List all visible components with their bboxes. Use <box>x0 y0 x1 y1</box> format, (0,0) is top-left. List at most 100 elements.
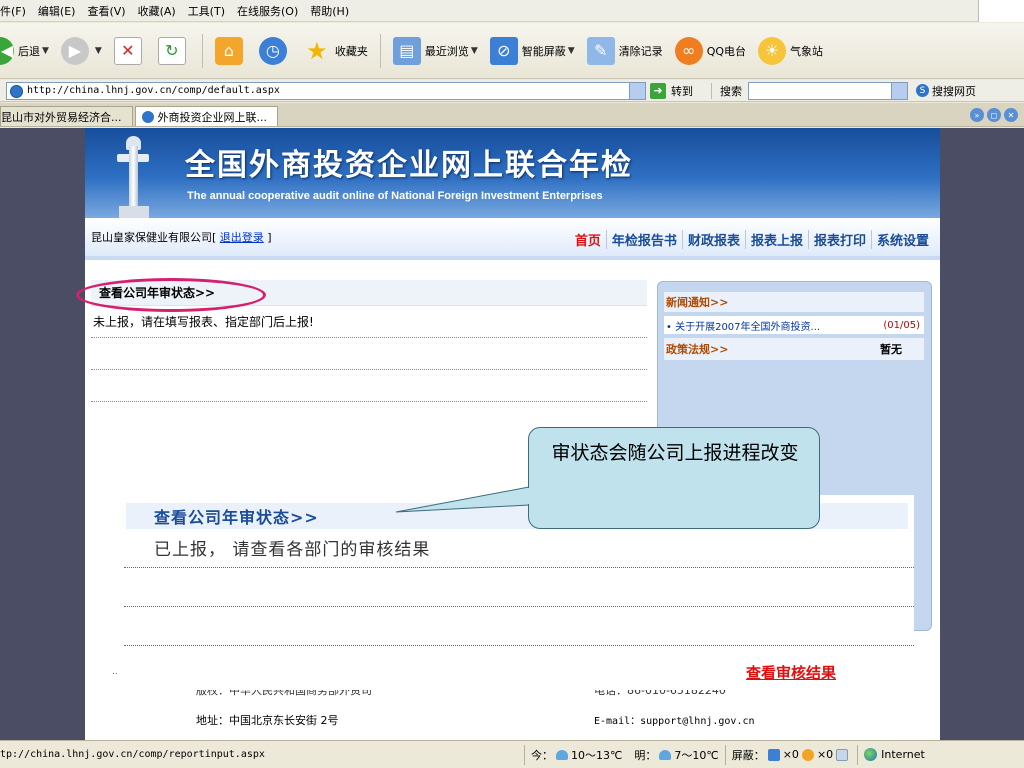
tab-bar: 昆山市对外贸易经济合... 外商投资企业网上联... » ◻ ✕ <box>0 103 1024 127</box>
toolbar-divider <box>201 33 203 68</box>
sun-cloud-icon: ☀ <box>758 36 787 65</box>
weather-button[interactable]: ☀ 气象站 <box>752 31 829 71</box>
tab-foreign-investment[interactable]: 外商投资企业网上联... <box>134 106 278 126</box>
news-heading[interactable]: 新闻通知>> <box>664 292 924 312</box>
browser-logo <box>978 0 1024 22</box>
menu-bar: 件(F) 编辑(E) 查看(V) 收藏(A) 工具(T) 在线服务(O) 帮助(… <box>0 0 1024 22</box>
tab-restore-icon[interactable]: ◻ <box>987 108 1001 122</box>
go-button[interactable]: ➜ 转到 <box>650 82 693 99</box>
highlight-ellipse <box>76 278 266 312</box>
menu-view[interactable]: 查看(V) <box>87 3 125 19</box>
forward-button[interactable]: ▶ ▼ <box>55 31 108 71</box>
weather-tomorrow[interactable]: 明： 7～10℃ <box>628 745 724 765</box>
divider <box>91 370 647 402</box>
menu-edit[interactable]: 编辑(E) <box>38 3 76 19</box>
settings-icon[interactable] <box>836 748 849 761</box>
security-zone: Internet <box>857 744 931 765</box>
nav-submit-report[interactable]: 报表上报 <box>744 230 808 249</box>
back-button[interactable]: ◀ 后退 ▼ <box>0 31 55 71</box>
forward-arrow-icon: ▶ <box>60 36 89 65</box>
clear-history-button[interactable]: ✎ 清除记录 <box>581 31 669 71</box>
site-subtitle: The annual cooperative audit online of N… <box>187 190 603 202</box>
news-item[interactable]: • 关于开展2007年全国外商投资... (01/05) <box>664 316 924 334</box>
search-input[interactable] <box>748 81 908 100</box>
divider <box>124 645 914 646</box>
stop-icon: ✕ <box>113 36 142 65</box>
status-bar: tp://china.lhnj.gov.cn/comp/reportinput.… <box>0 740 1024 768</box>
weather-today[interactable]: 今： 10～13℃ <box>524 744 628 765</box>
ie-page-icon <box>141 110 154 123</box>
ad-block-icon <box>801 748 814 761</box>
chevron-down-icon[interactable]: ▼ <box>42 46 49 56</box>
divider <box>124 606 914 607</box>
star-icon: ★ <box>306 36 328 65</box>
url-input[interactable]: http://china.lhnj.gov.cn/comp/default.as… <box>6 81 646 100</box>
sogou-icon: S <box>916 84 929 97</box>
view-review-results-link[interactable]: 查看审核结果 <box>746 662 836 683</box>
recent-button[interactable]: ▤ 最近浏览 ▼ <box>387 31 484 71</box>
stop-button[interactable]: ✕ <box>108 31 152 71</box>
toolbar: ◀ 后退 ▼ ▶ ▼ ✕ ↻ ⌂ ◷ ★ 收藏夹 ▤ 最近浏览 ▼ ⊘ 智能屏蔽… <box>0 23 1024 79</box>
tab-close-icon[interactable]: ✕ <box>1004 108 1018 122</box>
nav-system-settings[interactable]: 系统设置 <box>870 230 934 249</box>
chevron-down-icon[interactable] <box>891 82 907 99</box>
qq-radio-button[interactable]: ∞ QQ电台 <box>669 31 752 71</box>
globe-icon <box>864 748 878 761</box>
tab-kunshan-trade[interactable]: 昆山市对外贸易经济合... <box>0 106 133 126</box>
chevron-down-icon[interactable]: ▼ <box>568 46 575 56</box>
company-info: 昆山皇家保健业有限公司[ 退出登录 ] <box>91 231 272 244</box>
refresh-icon: ↻ <box>157 36 186 65</box>
menu-tools[interactable]: 工具(T) <box>188 3 225 19</box>
news-date: (01/05) <box>883 319 920 331</box>
policy-value: 暂无 <box>880 343 902 356</box>
menu-file[interactable]: 件(F) <box>0 3 26 19</box>
nav-financial-statements[interactable]: 财政报表 <box>681 230 745 249</box>
chevron-down-icon[interactable]: ▼ <box>95 46 102 56</box>
chevron-down-icon[interactable]: ▼ <box>471 46 478 56</box>
popup-block-icon <box>767 748 780 761</box>
broom-icon: ✎ <box>586 36 615 65</box>
block-status[interactable]: 屏蔽： ×0 ×0 <box>724 744 857 765</box>
site-nav: 昆山皇家保健业有限公司[ 退出登录 ] 首页 年检报告书 财政报表 报表上报 报… <box>85 218 940 260</box>
sogou-search-button[interactable]: S 搜搜网页 <box>916 83 976 99</box>
site-title: 全国外商投资企业网上联合年检 <box>185 148 633 183</box>
history-button[interactable]: ◷ <box>253 31 297 71</box>
home-button[interactable]: ⌂ <box>209 31 253 71</box>
cloud-icon <box>556 749 568 760</box>
cloud-icon <box>659 749 672 760</box>
huabiao-pillar-icon <box>113 134 153 218</box>
nav-links: 首页 年检报告书 财政报表 报表上报 报表打印 系统设置 <box>570 230 934 249</box>
toolbar-divider <box>379 33 381 68</box>
policy-heading[interactable]: 政策法规>> 暂无 <box>664 338 924 360</box>
footer-address: 地址：中国北京东长安街 2号 <box>196 714 339 727</box>
divider <box>124 567 914 568</box>
nav-annual-report[interactable]: 年检报告书 <box>605 230 682 249</box>
favorites-button[interactable]: ★ 收藏夹 <box>297 31 374 71</box>
block-icon: ⊘ <box>489 36 518 65</box>
nav-print-report[interactable]: 报表打印 <box>807 230 871 249</box>
menu-online-service[interactable]: 在线服务(O) <box>237 3 298 19</box>
radio-icon: ∞ <box>674 36 703 65</box>
recent-pages-icon: ▤ <box>392 36 421 65</box>
zoomed-status-text: 已上报， 请查看各部门的审核结果 <box>154 540 431 560</box>
smart-block-button[interactable]: ⊘ 智能屏蔽 ▼ <box>484 31 581 71</box>
go-arrow-icon: ➜ <box>650 82 666 99</box>
ie-page-icon <box>10 84 23 98</box>
menu-favorites[interactable]: 收藏(A) <box>138 3 176 19</box>
logout-link[interactable]: 退出登录 <box>220 231 264 244</box>
callout-text: 审状态会随公司上报进程改变 <box>551 442 799 464</box>
footer-email: E-mail：support@lhnj.gov.cn <box>594 716 755 727</box>
menu-help[interactable]: 帮助(H) <box>310 3 349 19</box>
refresh-button[interactable]: ↻ <box>152 31 196 71</box>
status-url: tp://china.lhnj.gov.cn/comp/reportinput.… <box>0 749 265 760</box>
address-bar: http://china.lhnj.gov.cn/comp/default.as… <box>0 80 1024 102</box>
site-banner: 全国外商投资企业网上联合年检 The annual cooperative au… <box>85 128 940 218</box>
callout-box: 审状态会随公司上报进程改变 <box>528 427 820 529</box>
back-arrow-icon: ◀ <box>0 36 14 65</box>
search-label: 搜索 <box>711 82 742 99</box>
chevron-down-icon[interactable] <box>629 82 645 99</box>
tab-list-icon[interactable]: » <box>970 108 984 122</box>
divider <box>91 338 647 370</box>
ellipsis-marker: .. <box>112 667 118 677</box>
nav-home[interactable]: 首页 <box>570 230 606 249</box>
